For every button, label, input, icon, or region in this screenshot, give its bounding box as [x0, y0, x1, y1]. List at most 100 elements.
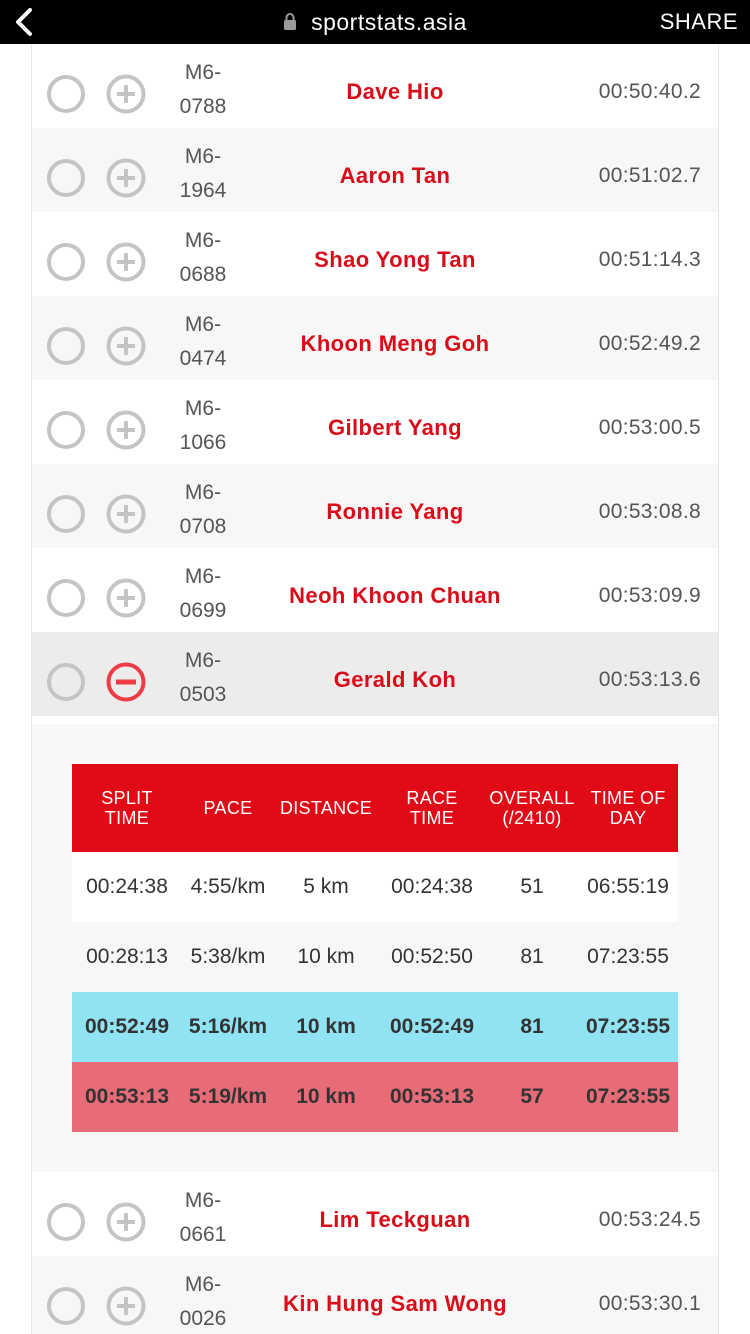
race-time-cell: 00:52:50 [391, 945, 473, 968]
athlete-name-link[interactable]: Gerald Koh [262, 632, 528, 716]
distance-cell: 10 km [296, 1085, 356, 1108]
url-text: sportstats.asia [311, 8, 467, 35]
collapse-minus-icon[interactable] [106, 662, 146, 702]
address-bar[interactable]: sportstats.asia [0, 0, 750, 44]
bib-number: M6- 0699 [179, 565, 227, 622]
distance-cell: 5 km [303, 875, 349, 898]
select-radio[interactable] [47, 1203, 85, 1241]
expand-plus-icon[interactable] [106, 158, 146, 198]
split-time-cell: 00:52:49 [84, 1015, 170, 1038]
finish-time: 00:52:49.2 [598, 332, 701, 355]
result-row[interactable]: M6- 0661 Lim Teckguan 00:53:24.5 [32, 1172, 718, 1256]
athlete-name-link[interactable]: Gilbert Yang [262, 380, 528, 464]
select-radio[interactable] [47, 411, 85, 449]
split-row-highlight-red: 00:53:13 5:19/km 10 km 00:53:13 57 07:23… [72, 1062, 678, 1132]
split-time-cell: 00:28:13 [86, 945, 168, 968]
result-row[interactable]: M6- 0026 Kin Hung Sam Wong 00:53:30.1 [32, 1256, 718, 1334]
expand-plus-icon[interactable] [106, 1202, 146, 1242]
expand-plus-icon[interactable] [106, 1286, 146, 1326]
lock-icon [284, 13, 297, 30]
select-radio[interactable] [47, 495, 85, 533]
athlete-name-link[interactable]: Ronnie Yang [262, 464, 528, 548]
pace-cell: 5:19/km [188, 1085, 268, 1108]
bib-number: M6- 0026 [179, 1273, 227, 1330]
overall-cell: 81 [520, 945, 544, 968]
expand-plus-icon[interactable] [106, 242, 146, 282]
finish-time: 00:53:24.5 [598, 1208, 701, 1231]
split-details-panel: SPLIT TIME PACE DISTANCE RACE TIME OVERALL… [32, 724, 718, 1180]
expand-plus-icon[interactable] [106, 74, 146, 114]
athlete-name-link[interactable]: Shao Yong Tan [262, 212, 528, 296]
finish-time: 00:53:00.5 [598, 416, 701, 439]
result-row[interactable]: M6- 1964 Aaron Tan 00:51:02.7 [32, 128, 718, 212]
bib-number: M6- 0708 [179, 481, 227, 538]
finish-time: 00:53:09.9 [598, 584, 701, 607]
athlete-name-link[interactable]: Aaron Tan [262, 128, 528, 212]
select-radio[interactable] [47, 159, 85, 197]
select-radio[interactable] [47, 243, 85, 281]
pace-cell: 4:55/km [190, 875, 266, 898]
time-of-day-cell: 06:55:19 [587, 875, 669, 898]
share-button[interactable]: SHARE [660, 0, 738, 44]
expand-plus-icon[interactable] [106, 578, 146, 618]
select-radio[interactable] [47, 663, 85, 701]
time-of-day-cell: 07:23:55 [587, 945, 669, 968]
pace-cell: 5:16/km [188, 1015, 268, 1038]
overall-cell: 81 [520, 1015, 544, 1038]
split-time-cell: 00:24:38 [86, 875, 168, 898]
expand-plus-icon[interactable] [106, 494, 146, 534]
select-radio[interactable] [47, 579, 85, 617]
header-time-of-day: TIME OF DAY [590, 788, 666, 828]
athlete-name-link[interactable]: Kin Hung Sam Wong [262, 1256, 528, 1334]
split-row: 00:28:13 5:38/km 10 km 00:52:50 81 07:23… [72, 922, 678, 992]
bib-number: M6- 0661 [179, 1189, 227, 1246]
bib-number: M6- 1066 [179, 397, 227, 454]
result-row[interactable]: M6- 0708 Ronnie Yang 00:53:08.8 [32, 464, 718, 548]
athlete-name-link[interactable]: Khoon Meng Goh [262, 296, 528, 380]
bib-number: M6- 0788 [179, 61, 227, 118]
finish-time: 00:50:40.2 [598, 80, 701, 103]
time-of-day-cell: 07:23:55 [585, 1015, 671, 1038]
splits-header: SPLIT TIME PACE DISTANCE RACE TIME OVERALL… [72, 764, 678, 852]
finish-time: 00:51:02.7 [598, 164, 701, 187]
header-overall: OVERALL (/2410) [489, 788, 575, 828]
athlete-name-link[interactable]: Neoh Khoon Chuan [262, 548, 528, 632]
bib-number: M6- 0503 [179, 649, 227, 706]
split-row: 00:24:38 4:55/km 5 km 00:24:38 51 06:55:… [72, 852, 678, 922]
select-radio[interactable] [47, 75, 85, 113]
distance-cell: 10 km [296, 1015, 356, 1038]
overall-cell: 51 [520, 875, 544, 898]
header-pace: PACE [203, 798, 253, 818]
results-list: M6- 0788 Dave Hio 00:50:40.2 M6- 1964 Aaro… [31, 44, 719, 1334]
pace-cell: 5:38/km [190, 945, 266, 968]
finish-time: 00:53:08.8 [598, 500, 701, 523]
header-race-time: RACE TIME [406, 788, 458, 828]
split-row-highlight-blue: 00:52:49 5:16/km 10 km 00:52:49 81 07:23… [72, 992, 678, 1062]
bib-number: M6- 0688 [179, 229, 227, 286]
split-time-cell: 00:53:13 [84, 1085, 170, 1108]
race-time-cell: 00:24:38 [391, 875, 473, 898]
result-row[interactable]: M6- 0474 Khoon Meng Goh 00:52:49.2 [32, 296, 718, 380]
result-row[interactable]: M6- 0699 Neoh Khoon Chuan 00:53:09.9 [32, 548, 718, 632]
result-row-expanded[interactable]: M6- 0503 Gerald Koh 00:53:13.6 [32, 632, 718, 716]
time-of-day-cell: 07:23:55 [585, 1085, 671, 1108]
race-time-cell: 00:52:49 [389, 1015, 475, 1038]
athlete-name-link[interactable]: Lim Teckguan [262, 1172, 528, 1256]
expand-plus-icon[interactable] [106, 326, 146, 366]
overall-cell: 57 [520, 1085, 544, 1108]
bib-number: M6- 0474 [179, 313, 227, 370]
finish-time: 00:53:30.1 [598, 1292, 701, 1315]
result-row[interactable]: M6- 0688 Shao Yong Tan 00:51:14.3 [32, 212, 718, 296]
race-time-cell: 00:53:13 [389, 1085, 475, 1108]
splits-table: SPLIT TIME PACE DISTANCE RACE TIME OVERALL… [72, 764, 678, 1132]
athlete-name-link[interactable]: Dave Hio [262, 44, 528, 128]
browser-bar: sportstats.asia SHARE [0, 0, 750, 44]
select-radio[interactable] [47, 327, 85, 365]
expand-plus-icon[interactable] [106, 410, 146, 450]
bib-number: M6- 1964 [179, 145, 227, 202]
header-split-time: SPLIT TIME [101, 788, 153, 828]
result-row[interactable]: M6- 1066 Gilbert Yang 00:53:00.5 [32, 380, 718, 464]
finish-time: 00:51:14.3 [598, 248, 701, 271]
select-radio[interactable] [47, 1287, 85, 1325]
result-row[interactable]: M6- 0788 Dave Hio 00:50:40.2 [32, 44, 718, 128]
